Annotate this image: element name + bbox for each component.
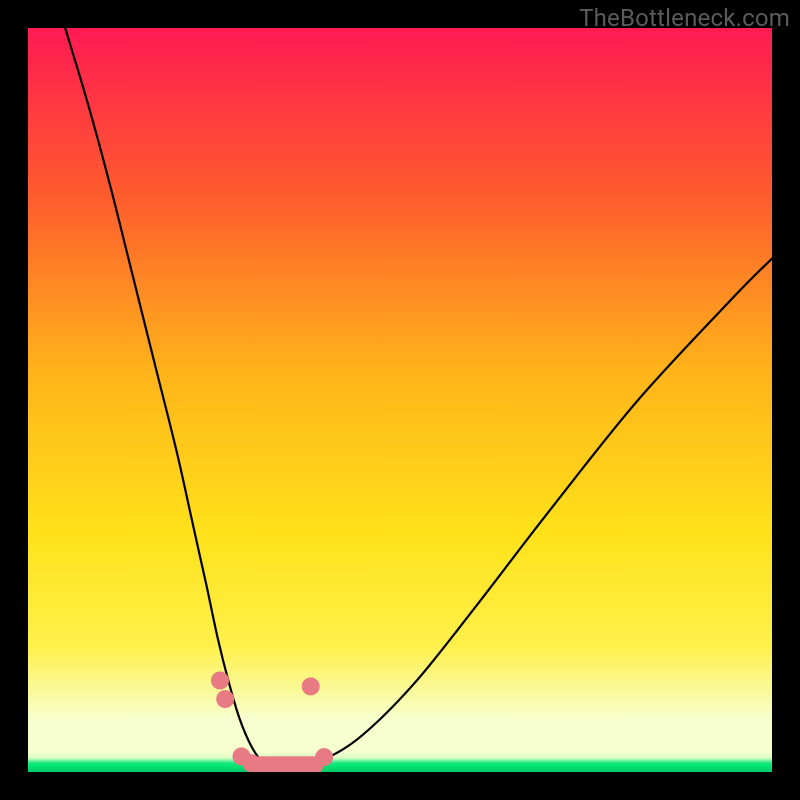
watermark-text: TheBottleneck.com <box>579 4 790 32</box>
valley-pill-marker <box>250 756 324 772</box>
bottleneck-curve-layer <box>28 28 772 772</box>
valley-dot-marker <box>302 677 320 695</box>
bottleneck-curve <box>65 28 772 768</box>
valley-dot-marker <box>211 672 229 690</box>
valley-dot-marker <box>216 690 234 708</box>
chart-frame: TheBottleneck.com <box>0 0 800 800</box>
plot-area <box>28 28 772 772</box>
valley-dot-marker <box>315 748 333 766</box>
